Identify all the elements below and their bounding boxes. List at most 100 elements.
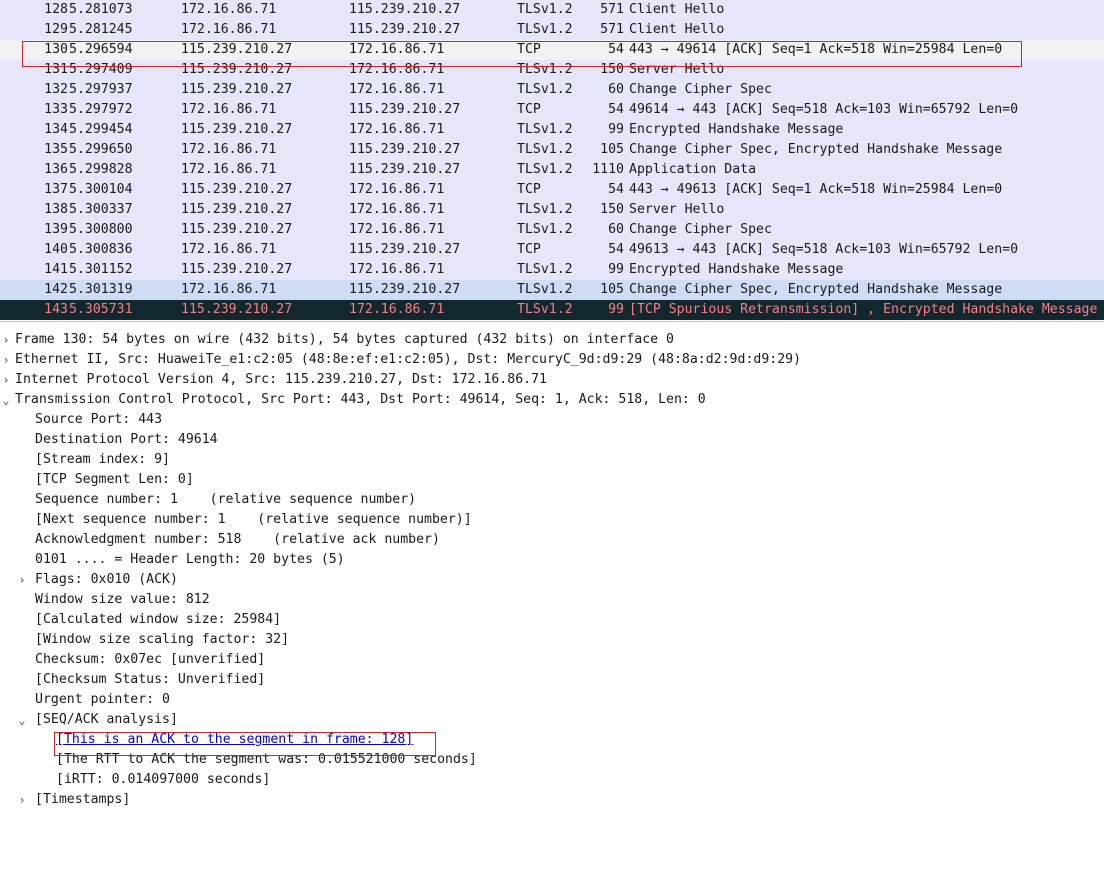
- tcp-field-seq-ack-analysis[interactable]: ⌄ [SEQ/ACK analysis]: [0, 710, 1104, 730]
- packet-info: 49614 → 443 [ACK] Seq=518 Ack=103 Win=65…: [629, 102, 1019, 117]
- packet-source: 115.239.210.27: [181, 202, 293, 217]
- flags-text: Flags: 0x010 (ACK): [35, 572, 178, 587]
- packet-source: 115.239.210.27: [181, 222, 293, 237]
- ack-to-frame-link[interactable]: [This is an ACK to the segment in frame:…: [56, 730, 413, 750]
- packet-row[interactable]: 135 5.299650 172.16.86.71 115.239.210.27 TLS…: [0, 140, 1104, 160]
- packet-row[interactable]: 139 5.300800 115.239.210.27 172.16.86.71 TLS…: [0, 220, 1104, 240]
- chevron-right-icon[interactable]: ›: [16, 570, 28, 590]
- packet-number: 135: [44, 142, 68, 157]
- packet-protocol: TLSv1.2: [517, 302, 573, 317]
- packet-number: 140: [44, 242, 68, 257]
- packet-number: 136: [44, 162, 68, 177]
- packet-row[interactable]: 136 5.299828 172.16.86.71 115.239.210.27 TLS…: [0, 160, 1104, 180]
- packet-time: 5.296594: [69, 42, 133, 57]
- packet-source: 172.16.86.71: [181, 162, 277, 177]
- tcp-field-source-port[interactable]: Source Port: 443: [0, 410, 1104, 430]
- urgent-pointer-text: Urgent pointer: 0: [35, 692, 170, 707]
- packet-row[interactable]: 133 5.297972 172.16.86.71 115.239.210.27 TCP…: [0, 100, 1104, 120]
- packet-protocol: TLSv1.2: [517, 122, 573, 137]
- chevron-down-icon[interactable]: ⌄: [16, 710, 28, 730]
- tcp-field-ack-number[interactable]: Acknowledgment number: 518 (relative ack…: [0, 530, 1104, 550]
- packet-number: 133: [44, 102, 68, 117]
- tcp-field-flags[interactable]: › Flags: 0x010 (ACK): [0, 570, 1104, 590]
- packet-row[interactable]: 138 5.300337 115.239.210.27 172.16.86.71 TLS…: [0, 200, 1104, 220]
- packet-destination: 172.16.86.71: [349, 182, 445, 197]
- packet-info: Server Hello: [629, 202, 725, 217]
- packet-destination: 172.16.86.71: [349, 62, 445, 77]
- rtt-text: [The RTT to ACK the segment was: 0.01552…: [56, 752, 477, 767]
- tcp-field-urgent-pointer[interactable]: Urgent pointer: 0: [0, 690, 1104, 710]
- chevron-right-icon[interactable]: ›: [0, 370, 12, 390]
- seq-ack-field-rtt[interactable]: [The RTT to ACK the segment was: 0.01552…: [0, 750, 1104, 770]
- packet-protocol: TLSv1.2: [517, 282, 573, 297]
- packet-destination: 115.239.210.27: [349, 22, 461, 37]
- packet-time: 5.299454: [69, 122, 133, 137]
- packet-time: 5.300836: [69, 242, 133, 257]
- stream-index-text: [Stream index: 9]: [35, 452, 170, 467]
- packet-row[interactable]: 128 5.281073 172.16.86.71 115.239.210.27 TLS…: [0, 0, 1104, 20]
- chevron-right-icon[interactable]: ›: [0, 350, 12, 370]
- tcp-field-sequence-number[interactable]: Sequence number: 1 (relative sequence nu…: [0, 490, 1104, 510]
- tree-item-ethernet[interactable]: › Ethernet II, Src: HuaweiTe_e1:c2:05 (4…: [0, 350, 1104, 370]
- packet-protocol: TLSv1.2: [517, 22, 573, 37]
- packet-info: 49613 → 443 [ACK] Seq=518 Ack=103 Win=65…: [629, 242, 1019, 257]
- packet-source: 115.239.210.27: [181, 42, 293, 57]
- sequence-number-text: Sequence number: 1 (relative sequence nu…: [35, 492, 417, 507]
- tcp-field-calculated-window[interactable]: [Calculated window size: 25984]: [0, 610, 1104, 630]
- tcp-field-timestamps[interactable]: › [Timestamps]: [0, 790, 1104, 810]
- packet-row[interactable]: 131 5.297409 115.239.210.27 172.16.86.71 TLS…: [0, 60, 1104, 80]
- packet-info: Change Cipher Spec, Encrypted Handshake …: [629, 142, 1003, 157]
- packet-info: Change Cipher Spec: [629, 82, 772, 97]
- packet-source: 172.16.86.71: [181, 142, 277, 157]
- tcp-field-segment-len[interactable]: [TCP Segment Len: 0]: [0, 470, 1104, 490]
- packet-row[interactable]: 134 5.299454 115.239.210.27 172.16.86.71 TLS…: [0, 120, 1104, 140]
- tree-item-frame[interactable]: › Frame 130: 54 bytes on wire (432 bits)…: [0, 330, 1104, 350]
- packet-row[interactable]: 143 5.305731 115.239.210.27 172.16.86.71 TLS…: [0, 300, 1104, 320]
- seq-ack-field-ack-to-frame[interactable]: [This is an ACK to the segment in frame:…: [0, 730, 1104, 750]
- packet-info: Encrypted Handshake Message: [629, 122, 844, 137]
- packet-source: 172.16.86.71: [181, 22, 277, 37]
- tcp-field-stream-index[interactable]: [Stream index: 9]: [0, 450, 1104, 470]
- chevron-right-icon[interactable]: ›: [16, 790, 28, 810]
- pane-divider[interactable]: [0, 321, 1104, 329]
- packet-row[interactable]: 142 5.301319 172.16.86.71 115.239.210.27 TLS…: [0, 280, 1104, 300]
- segment-len-text: [TCP Segment Len: 0]: [35, 472, 194, 487]
- packet-info: Client Hello: [629, 22, 725, 37]
- tcp-field-checksum[interactable]: Checksum: 0x07ec [unverified]: [0, 650, 1104, 670]
- packet-source: 115.239.210.27: [181, 302, 293, 317]
- packet-number: 134: [44, 122, 68, 137]
- tcp-field-checksum-status[interactable]: [Checksum Status: Unverified]: [0, 670, 1104, 690]
- packet-list[interactable]: 128 5.281073 172.16.86.71 115.239.210.27 TLS…: [0, 0, 1104, 320]
- packet-protocol: TCP: [517, 102, 541, 117]
- packet-time: 5.297409: [69, 62, 133, 77]
- tcp-field-next-sequence-number[interactable]: [Next sequence number: 1 (relative seque…: [0, 510, 1104, 530]
- packet-row[interactable]: 129 5.281245 172.16.86.71 115.239.210.27 TLS…: [0, 20, 1104, 40]
- packet-row[interactable]: 137 5.300104 115.239.210.27 172.16.86.71 TCP…: [0, 180, 1104, 200]
- packet-protocol: TLSv1.2: [517, 162, 573, 177]
- seq-ack-field-irtt[interactable]: [iRTT: 0.014097000 seconds]: [0, 770, 1104, 790]
- packet-number: 131: [44, 62, 68, 77]
- tcp-field-destination-port[interactable]: Destination Port: 49614: [0, 430, 1104, 450]
- packet-row[interactable]: 140 5.300836 172.16.86.71 115.239.210.27 TCP…: [0, 240, 1104, 260]
- tcp-field-window-size[interactable]: Window size value: 812: [0, 590, 1104, 610]
- tree-item-tcp[interactable]: ⌄ Transmission Control Protocol, Src Por…: [0, 390, 1104, 410]
- packet-destination: 115.239.210.27: [349, 2, 461, 17]
- packet-protocol: TCP: [517, 242, 541, 257]
- chevron-down-icon[interactable]: ⌄: [0, 390, 12, 410]
- packet-row[interactable]: 132 5.297937 115.239.210.27 172.16.86.71 TLS…: [0, 80, 1104, 100]
- tcp-field-scaling-factor[interactable]: [Window size scaling factor: 32]: [0, 630, 1104, 650]
- packet-details[interactable]: › Frame 130: 54 bytes on wire (432 bits)…: [0, 330, 1104, 815]
- packet-protocol: TLSv1.2: [517, 82, 573, 97]
- tree-item-ip[interactable]: › Internet Protocol Version 4, Src: 115.…: [0, 370, 1104, 390]
- timestamps-text: [Timestamps]: [35, 792, 131, 807]
- chevron-right-icon[interactable]: ›: [0, 330, 12, 350]
- packet-row[interactable]: 130 5.296594 115.239.210.27 172.16.86.71 TCP…: [0, 40, 1104, 60]
- frame-summary: Frame 130: 54 bytes on wire (432 bits), …: [15, 332, 674, 347]
- calculated-window-text: [Calculated window size: 25984]: [35, 612, 282, 627]
- packet-length: 150: [600, 202, 624, 217]
- packet-destination: 115.239.210.27: [349, 142, 461, 157]
- tcp-field-header-length[interactable]: 0101 .... = Header Length: 20 bytes (5): [0, 550, 1104, 570]
- packet-protocol: TCP: [517, 182, 541, 197]
- packet-length: 571: [600, 22, 624, 37]
- packet-row[interactable]: 141 5.301152 115.239.210.27 172.16.86.71 TLS…: [0, 260, 1104, 280]
